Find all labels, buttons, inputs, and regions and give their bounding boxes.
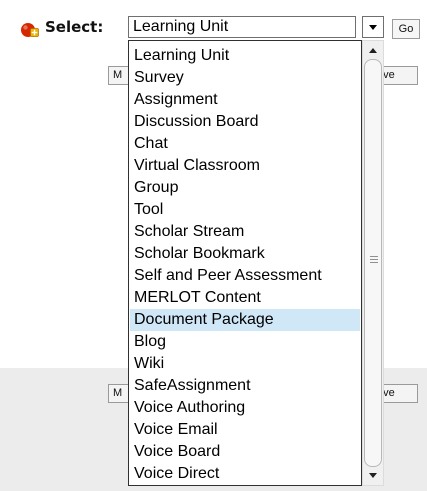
option-survey[interactable]: Survey: [130, 67, 360, 89]
top-left-action-button[interactable]: M: [108, 66, 130, 85]
add-content-icon: [21, 23, 39, 37]
select-label: Select:: [45, 18, 104, 36]
option-voice-email[interactable]: Voice Email: [130, 419, 360, 441]
grip-line-icon: [370, 262, 378, 263]
grip-line-icon: [370, 259, 378, 260]
content-type-select[interactable]: Learning Unit: [128, 16, 356, 38]
scroll-thumb[interactable]: [364, 59, 382, 467]
option-tool[interactable]: Tool: [130, 199, 360, 221]
option-scholar-bookmark[interactable]: Scholar Bookmark: [130, 243, 360, 265]
option-document-package[interactable]: Document Package: [130, 309, 360, 331]
scroll-up-arrow-icon[interactable]: [363, 41, 383, 59]
option-scholar-stream[interactable]: Scholar Stream: [130, 221, 360, 243]
option-safeassignment[interactable]: SafeAssignment: [130, 375, 360, 397]
option-learning-unit[interactable]: Learning Unit: [130, 45, 360, 67]
dropdown-arrow-button[interactable]: [362, 16, 384, 38]
go-button[interactable]: Go: [392, 19, 420, 39]
option-self-and-peer-assessment[interactable]: Self and Peer Assessment: [130, 265, 360, 287]
option-discussion-board[interactable]: Discussion Board: [130, 111, 360, 133]
option-group[interactable]: Group: [130, 177, 360, 199]
grip-line-icon: [370, 256, 378, 257]
option-virtual-classroom[interactable]: Virtual Classroom: [130, 155, 360, 177]
scroll-down-arrow-icon[interactable]: [363, 467, 383, 485]
option-voice-direct[interactable]: Voice Direct: [130, 463, 360, 485]
option-blog[interactable]: Blog: [130, 331, 360, 353]
option-assignment[interactable]: Assignment: [130, 89, 360, 111]
option-voice-authoring[interactable]: Voice Authoring: [130, 397, 360, 419]
option-chat[interactable]: Chat: [130, 133, 360, 155]
bottom-left-action-button[interactable]: M: [108, 384, 130, 403]
content-type-dropdown-list[interactable]: Learning Unit Survey Assignment Discussi…: [128, 40, 362, 486]
option-voice-board[interactable]: Voice Board: [130, 441, 360, 463]
option-wiki[interactable]: Wiki: [130, 353, 360, 375]
option-merlot-content[interactable]: MERLOT Content: [130, 287, 360, 309]
dropdown-scrollbar[interactable]: [362, 40, 384, 486]
